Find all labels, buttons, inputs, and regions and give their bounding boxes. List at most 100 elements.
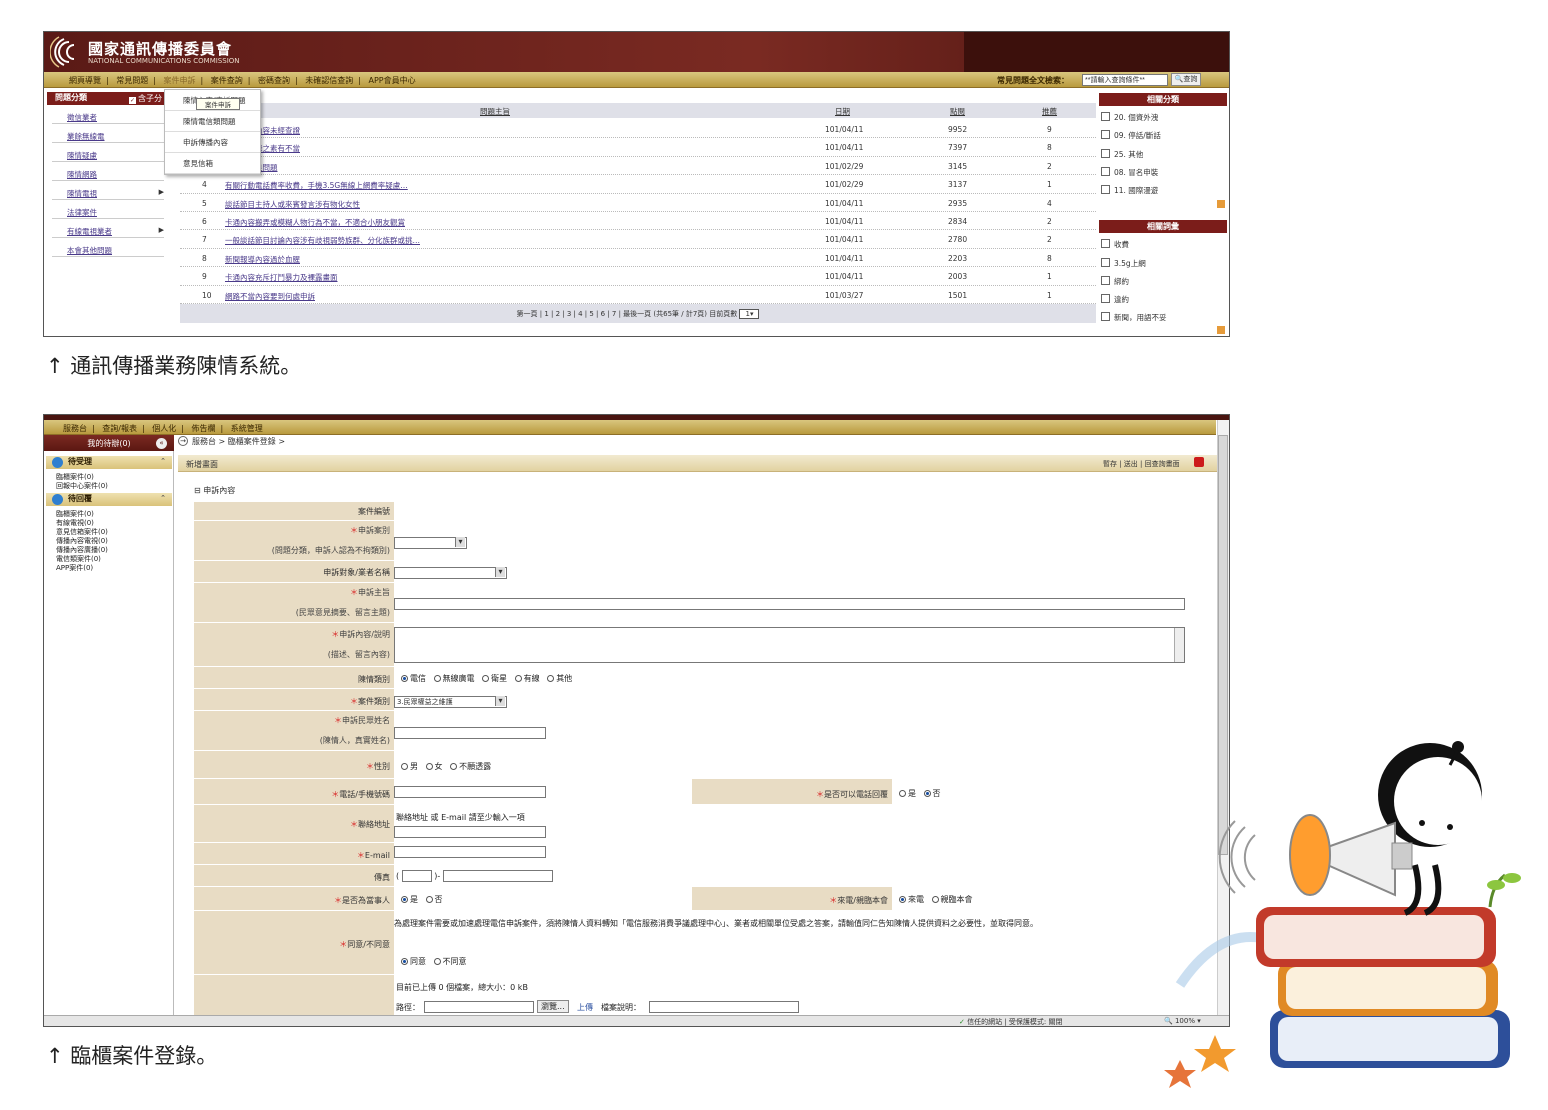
faq-row[interactable]: 3…訪談不良問題101/02/2931452 [180, 157, 1096, 176]
menu-item-telecom[interactable]: 陳情電信類問題 [165, 111, 260, 132]
row-title[interactable]: 網路不當內容要到何處申訴 [225, 291, 315, 302]
faq-row[interactable]: 2…節目節錄之素有不當101/04/1173978 [180, 138, 1096, 157]
browse-button[interactable]: 瀏覽... [537, 1000, 569, 1013]
row-votes: 2 [1047, 161, 1052, 171]
row-title[interactable]: 一般談話節目討論內容涉有歧視弱勢族群、分化族群或挑… [225, 235, 420, 246]
collapse-icon[interactable]: « [156, 438, 167, 449]
nav-item-app-member[interactable]: APP會員中心 [364, 72, 421, 86]
nav-item-service[interactable]: 服務台 [58, 420, 92, 434]
related-word-item[interactable]: 3.5g上網 [1101, 258, 1146, 269]
section-title[interactable]: ⊟ 申訴內容 [194, 485, 235, 496]
row-title[interactable]: 卡通內容搬弄或模糊人物行為不當，不適合小朋友觀賞 [225, 217, 405, 228]
category-item[interactable]: 陳情疑慮 [52, 148, 164, 162]
search-button[interactable]: 🔍查詢 [1171, 73, 1201, 86]
search-input[interactable] [1082, 74, 1168, 86]
processing-group[interactable]: 待回覆 ⌃ [46, 493, 172, 506]
nav-item-faq[interactable]: 常見問題 [111, 72, 153, 86]
category-item[interactable]: 業餘無線電 [52, 129, 164, 143]
faq-row[interactable]: 9 卡通內容充斥打鬥暴力及裸露畫面 101/04/11 2003 1 [180, 267, 1096, 286]
category-item[interactable]: 陳情網路 [52, 167, 164, 181]
path-label: 路徑： [396, 1003, 420, 1012]
related-category-item[interactable]: 09. 停話/斷話 [1101, 130, 1161, 141]
consent-radios[interactable]: 同意 不同意 [396, 956, 467, 967]
back-arrow-icon[interactable]: → [178, 436, 188, 446]
related-word-item[interactable]: 違約 [1101, 294, 1129, 305]
file-path-input[interactable] [424, 1001, 534, 1013]
related-category-item[interactable]: 11. 國際漫遊 [1101, 185, 1158, 196]
related-word-item[interactable]: 新聞，用語不妥 [1101, 312, 1167, 323]
nav-item-unconfirmed[interactable]: 未確認信查詢 [300, 72, 358, 86]
faq-row[interactable]: 1…不當、內容未經查證101/04/1199529 [180, 120, 1096, 139]
name-input[interactable] [394, 727, 546, 739]
nav-item-password[interactable]: 密碼查詢 [253, 72, 295, 86]
col-views[interactable]: 點閱 [950, 106, 965, 117]
fax-area-input[interactable] [401, 870, 432, 882]
row-title[interactable]: 卡通內容充斥打鬥暴力及裸露畫面 [225, 272, 338, 283]
textarea-scrollbar[interactable] [1174, 628, 1184, 662]
phone-input[interactable] [394, 786, 546, 798]
related-category-item[interactable]: 08. 冒名申裝 [1101, 167, 1158, 178]
sidebar-link[interactable]: 回報中心案件(0) [56, 481, 108, 491]
complaint-system-screenshot: 國家通訊傳播委員會 NATIONAL COMMUNICATIONS COMMIS… [43, 31, 1230, 337]
category-item[interactable]: 本會其他問題 [52, 243, 164, 257]
petition-type-radios[interactable]: 電信 無線廣電 衛星 有線 其他 [396, 673, 572, 684]
gender-radios[interactable]: 男 女 不願透露 [396, 761, 491, 772]
content-textarea[interactable] [394, 627, 1185, 663]
related-word-item[interactable]: 收費 [1101, 239, 1129, 250]
col-votes[interactable]: 推薦 [1042, 106, 1057, 117]
callback-radios[interactable]: 是 否 [894, 788, 941, 799]
nav-item-complaint[interactable]: 案件申訴 [159, 72, 201, 86]
row-title[interactable]: 談話節目主持人或來賓發言涉有物化女性 [225, 199, 360, 210]
pending-group[interactable]: 待受理 ⌃ [46, 456, 172, 469]
upload-button[interactable]: 上傳 [577, 1002, 593, 1013]
chevron-up-icon[interactable]: ⌃ [160, 457, 166, 465]
complaint-type-select[interactable] [394, 537, 467, 549]
col-subject[interactable]: 問題主旨 [480, 106, 510, 117]
row-title[interactable]: 新聞報導內容過於血腥 [225, 254, 300, 265]
file-desc-input[interactable] [649, 1001, 799, 1013]
faq-row[interactable]: 6 卡通內容搬弄或模糊人物行為不當，不適合小朋友觀賞 101/04/11 2834 2 [180, 212, 1096, 231]
row-title[interactable]: 有關行動電話費率收費，手機3.5G無線上網費率疑慮… [225, 180, 408, 191]
faq-row[interactable]: 4 有關行動電話費率收費，手機3.5G無線上網費率疑慮… 101/02/29 3137… [180, 175, 1096, 194]
include-sub-checkbox[interactable]: ✓ 含子分 [129, 93, 162, 104]
more-icon[interactable] [1217, 200, 1225, 208]
faq-row[interactable]: 7 一般談話節目討論內容涉有歧視弱勢族群、分化族群或挑… 101/04/11 2780… [180, 230, 1096, 249]
category-item[interactable]: 徵信業者 [52, 110, 164, 124]
case-type-select[interactable]: 3.民眾權益之維護 [394, 696, 507, 708]
category-item[interactable]: 有線電視業者 ▶ [52, 224, 164, 238]
related-category-item[interactable]: 25. 其他 [1101, 149, 1143, 160]
nav-item-report[interactable]: 查詢/報表 [97, 420, 142, 434]
page-select[interactable]: 1▾ [739, 309, 760, 319]
is-party-radios[interactable]: 是 否 [396, 894, 443, 905]
related-word-item[interactable]: 綁約 [1101, 276, 1129, 287]
subject-input[interactable] [394, 598, 1185, 610]
nav-item-guide[interactable]: 網頁導覽 [64, 72, 106, 86]
address-input[interactable] [394, 826, 546, 838]
menu-item-feedback[interactable]: 意見信箱 [165, 153, 260, 174]
target-select[interactable] [394, 567, 507, 579]
nav-item-admin[interactable]: 系統管理 [226, 420, 268, 434]
pager-links[interactable]: 第一頁 | 1 | 2 | 3 | 4 | 5 | 6 | 7 | 最後一頁 (… [517, 310, 738, 318]
faq-row[interactable]: 5 談話節目主持人或來賓發言涉有物化女性 101/04/11 2935 4 [180, 194, 1096, 212]
nav-item-case-query[interactable]: 案件查詢 [206, 72, 248, 86]
nav-item-personal[interactable]: 個人化 [147, 420, 181, 434]
close-icon[interactable] [1194, 457, 1204, 467]
menu-item-broadcast[interactable]: 申訴傳播內容 [165, 132, 260, 153]
source-radios[interactable]: 來電 親臨本會 [894, 894, 973, 905]
faq-row[interactable]: 8 新聞報導內容過於血腥 101/04/11 2203 8 [180, 249, 1096, 268]
form-actions[interactable]: 暫存 | 送出 | 回查詢畫面 [1103, 459, 1180, 469]
fax-number-input[interactable] [442, 870, 553, 882]
col-date[interactable]: 日期 [835, 106, 850, 117]
sidebar-link[interactable]: APP案件(0) [56, 563, 93, 573]
label-name: ＊申訴民眾姓名 (陳情人，真實姓名) [194, 711, 394, 751]
chevron-up-icon[interactable]: ⌃ [160, 494, 166, 502]
label-complaint-type: ＊申訴案別 (問題分類，申訴人認為不拘類別) [194, 521, 394, 561]
category-item[interactable]: 陳情電視 ▶ [52, 186, 164, 200]
email-input[interactable] [394, 846, 546, 858]
category-item[interactable]: 法律案件 [52, 205, 164, 219]
more-icon[interactable] [1217, 326, 1225, 334]
nav-item-bulletin[interactable]: 佈告欄 [186, 420, 220, 434]
faq-row[interactable]: 10 網路不當內容要到何處申訴 101/03/27 1501 1 [180, 286, 1096, 304]
related-category-item[interactable]: 20. 個資外洩 [1101, 112, 1158, 123]
label-address: ＊聯絡地址 [194, 805, 394, 843]
